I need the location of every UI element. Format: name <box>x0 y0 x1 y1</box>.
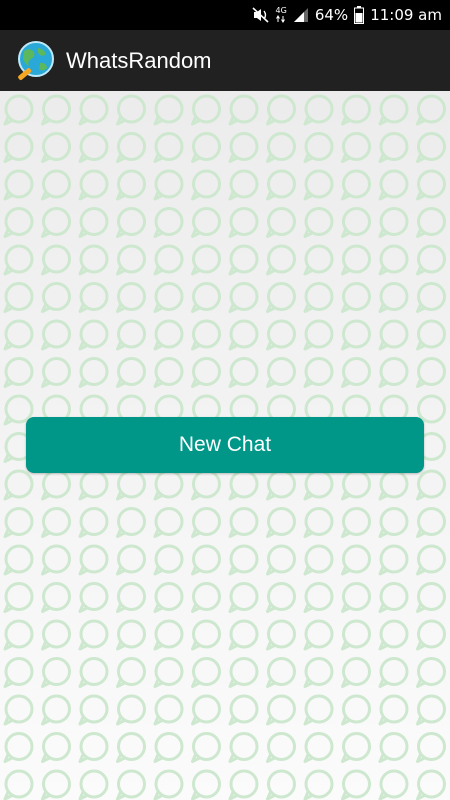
main-content: New Chat <box>0 91 450 800</box>
new-chat-label: New Chat <box>178 433 272 456</box>
battery-percent: 64% <box>314 6 349 24</box>
status-bar: 4G 64% 11:09 am <box>0 0 450 30</box>
network-type-label: 4G <box>275 6 287 15</box>
network-type-indicator: 4G <box>276 7 287 23</box>
mute-vibrate-icon <box>252 7 270 23</box>
signal-strength-icon <box>293 7 309 23</box>
app-bar: WhatsRandom <box>0 30 450 91</box>
app-title: WhatsRandom <box>66 47 212 73</box>
screen: 4G 64% 11:09 am WhatsRandom New Chat <box>0 0 450 800</box>
battery-icon <box>354 6 365 24</box>
data-arrows-icon <box>276 15 286 23</box>
globe-magnifier-icon <box>14 39 58 83</box>
clock-time: 11:09 am <box>370 6 442 24</box>
new-chat-button[interactable]: New Chat <box>26 417 424 473</box>
